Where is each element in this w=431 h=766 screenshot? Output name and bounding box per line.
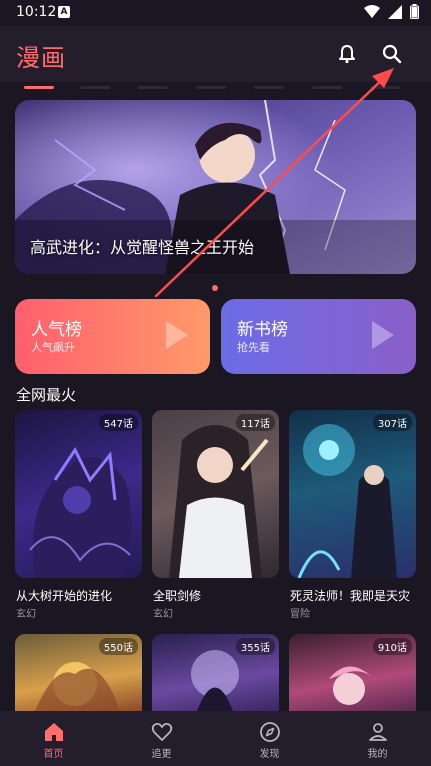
popular-rank-card[interactable]: 人气榜 人气飙升 — [15, 299, 210, 374]
search-icon — [382, 44, 402, 64]
section-title: 全网最火 — [16, 386, 77, 404]
status-icons — [364, 4, 419, 19]
episode-badge: 307话 — [372, 414, 412, 431]
comic-title[interactable]: 死灵法师！我即是天灾 — [290, 587, 417, 604]
home-icon — [45, 723, 63, 741]
battery-icon — [410, 4, 419, 19]
comic-title[interactable]: 全职剑修 — [153, 587, 280, 604]
comic-title[interactable]: 从大树开始的进化 — [16, 587, 143, 604]
wifi-icon — [364, 4, 380, 18]
banner-caption: 高武进化：从觉醒怪兽之王开始 — [30, 238, 255, 257]
episode-badge: 117话 — [235, 414, 275, 431]
nav-item-mine[interactable]: 我的 — [324, 711, 431, 766]
notification-button[interactable] — [333, 40, 361, 68]
user-icon — [369, 723, 387, 741]
comic-cover[interactable]: 550话 — [15, 634, 142, 711]
nav-label: 我的 — [367, 749, 388, 760]
comic-genre: 冒险 — [290, 609, 310, 620]
comic-genre: 玄幻 — [153, 609, 173, 620]
bottom-nav: 首页 追更 发现 我的 — [0, 711, 431, 766]
cover-artwork — [297, 424, 397, 578]
comic-cover[interactable]: 307话 — [289, 410, 416, 578]
play-icon — [166, 321, 188, 349]
nav-item-home[interactable]: 首页 — [0, 711, 107, 766]
tab-indicator[interactable] — [80, 86, 110, 89]
status-time: 10:12 — [16, 4, 57, 20]
tab-indicator[interactable] — [312, 86, 342, 89]
nav-label: 追更 — [151, 749, 172, 760]
bell-icon — [339, 45, 355, 64]
notification-icon: A — [58, 6, 70, 18]
nav-item-discover[interactable]: 发现 — [216, 711, 323, 766]
episode-badge: 550话 — [98, 638, 138, 655]
new-book-rank-card[interactable]: 新书榜 抢先看 — [221, 299, 416, 374]
cover-artwork — [169, 425, 269, 578]
app-title: 漫画 — [16, 44, 66, 72]
tab-indicator[interactable] — [196, 86, 226, 89]
nav-item-follow[interactable]: 追更 — [108, 711, 215, 766]
cover-artwork — [29, 447, 132, 578]
heart-icon — [151, 723, 173, 741]
comic-cover[interactable]: 547话 — [15, 410, 142, 578]
tab-indicator[interactable] — [254, 86, 284, 89]
carousel-dot — [212, 285, 218, 291]
comic-cover[interactable]: 910话 — [289, 634, 416, 711]
compass-icon — [260, 722, 280, 742]
play-icon — [372, 321, 394, 349]
rank-card-title: 新书榜 — [237, 320, 288, 340]
episode-badge: 547话 — [98, 414, 138, 431]
comic-cover[interactable]: 117话 — [152, 410, 279, 578]
rank-card-title: 人气榜 — [31, 320, 82, 340]
app-header: 漫画 — [0, 26, 431, 82]
episode-badge: 910话 — [372, 638, 412, 655]
nav-label: 首页 — [43, 749, 64, 760]
comic-cover[interactable]: 355话 — [152, 634, 279, 711]
episode-badge: 355话 — [235, 638, 275, 655]
comic-genre: 玄幻 — [16, 609, 36, 620]
tab-strip — [0, 82, 431, 94]
rank-card-subtitle: 抢先看 — [237, 341, 270, 354]
status-bar: 10:12 A — [0, 0, 431, 26]
tab-indicator[interactable] — [138, 86, 168, 89]
tab-indicator[interactable] — [370, 86, 400, 89]
tab-indicator-active[interactable] — [24, 86, 54, 89]
search-button[interactable] — [378, 40, 406, 68]
nav-label: 发现 — [259, 749, 280, 760]
featured-banner[interactable]: 高武进化：从觉醒怪兽之王开始 — [15, 100, 416, 274]
rank-card-subtitle: 人气飙升 — [31, 341, 75, 354]
signal-icon — [388, 4, 402, 19]
